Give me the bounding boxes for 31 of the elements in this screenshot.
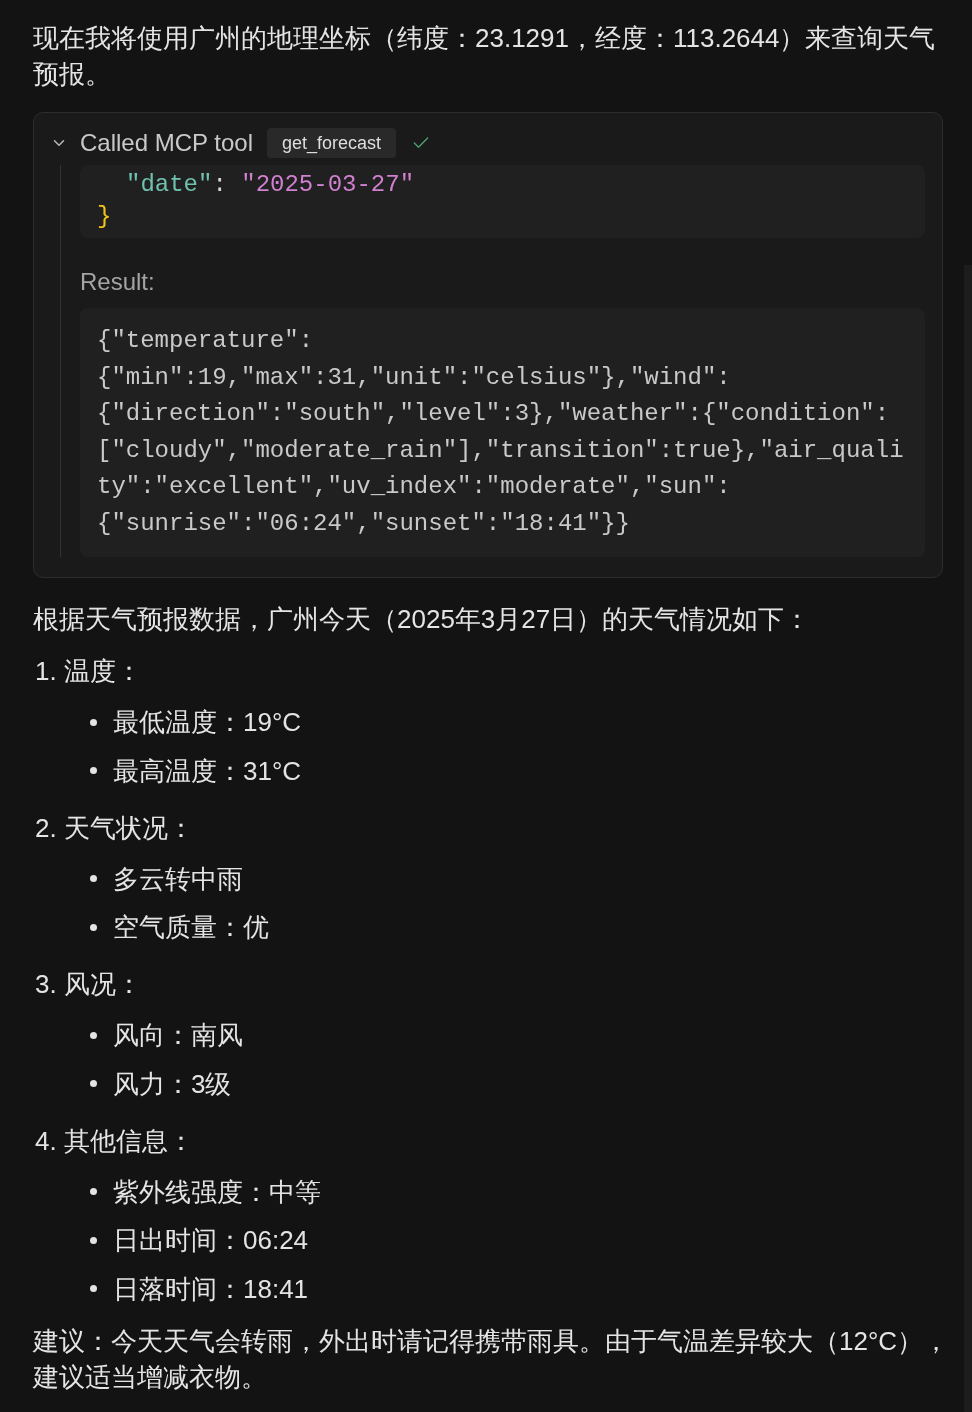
bullet-icon xyxy=(90,923,97,931)
bullet-icon xyxy=(90,1031,97,1039)
list-item-text: 风向：南风 xyxy=(113,1019,243,1052)
bullet-icon xyxy=(90,767,97,774)
code-line: } xyxy=(97,202,112,232)
list-item-text: 最高温度：31°C xyxy=(113,754,302,788)
list-item-text: 日出时间：06:24 xyxy=(113,1224,309,1257)
list-heading: 3. 风况： xyxy=(35,968,142,1001)
summary-paragraph: 根据天气预报数据，广州今天（2025年3月27日）的天气情况如下： xyxy=(33,603,812,636)
bullet-icon xyxy=(90,1236,97,1244)
list-item-text: 空气质量：优 xyxy=(113,911,269,944)
tool-call-toggle[interactable]: Called MCP tool xyxy=(50,127,253,159)
tool-name-badge: get_forecast xyxy=(266,128,397,158)
list-item-text: 日落时间：18:41 xyxy=(113,1272,309,1306)
result-json: {"temperature":{"min":19,"max":31,"unit":"celsius"},"wind":{"direction":"south","level":3},"weather":{"condition":["cloudy","moderate_rain"],"transition":true},"air_quality":"excellent","uv_index":"moderate","sun":{"sunrise":"06:24","sunset":"18:41"}} xyxy=(97,326,905,539)
list-item-text: 多云转中雨 xyxy=(113,862,243,896)
bullet-icon xyxy=(90,1080,97,1087)
list-item-text: 最低温度：19°C xyxy=(113,706,302,739)
advice-paragraph: 建议：今天天气会转雨，外出时请记得携带雨具。由于气温差异较大（12°C），建议适当增减衣物。 xyxy=(33,1324,951,1394)
list-heading: 1. 温度： xyxy=(35,655,142,688)
bullet-icon xyxy=(90,875,97,882)
list-item-text: 紫外线强度：中等 xyxy=(113,1175,321,1209)
result-label: Result: xyxy=(80,267,155,297)
bullet-icon xyxy=(90,1285,97,1292)
intro-paragraph: 现在我将使用广州的地理坐标（纬度：23.1291，经度：113.2644）来查询天气预报。 xyxy=(33,22,937,91)
list-heading: 2. 天气状况： xyxy=(35,811,194,845)
bullet-icon xyxy=(90,1188,97,1195)
code-line: "date": "2025-03-27" xyxy=(125,170,415,200)
list-item-text: 风力：3级 xyxy=(113,1067,232,1101)
list-heading: 4. 其他信息： xyxy=(35,1124,194,1158)
bullet-icon xyxy=(90,718,97,726)
